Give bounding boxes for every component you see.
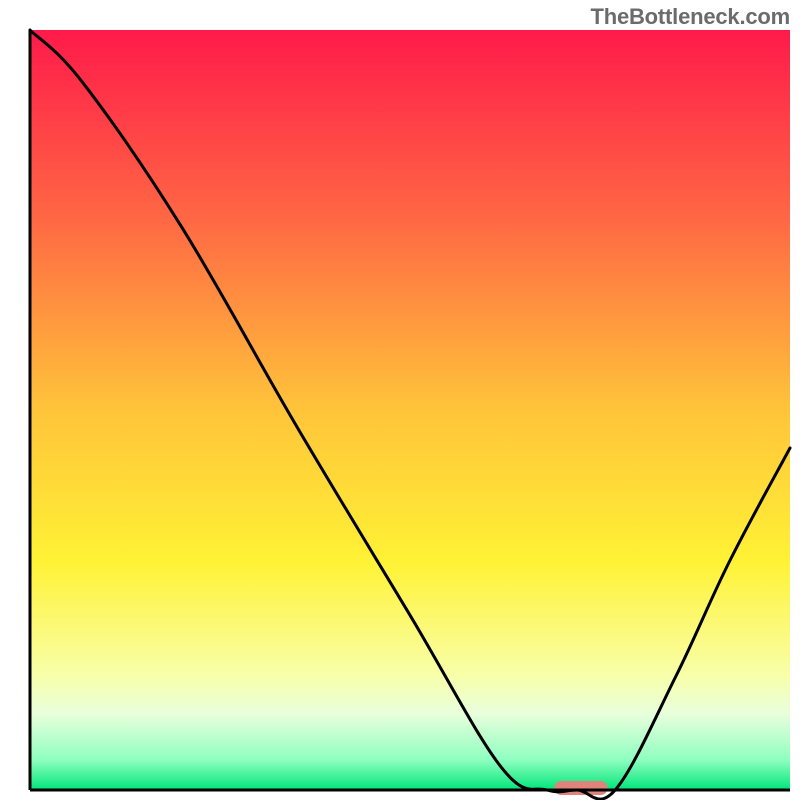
chart-frame: TheBottleneck.com [0, 0, 800, 800]
bottleneck-chart [0, 0, 800, 800]
watermark-text: TheBottleneck.com [590, 4, 790, 30]
